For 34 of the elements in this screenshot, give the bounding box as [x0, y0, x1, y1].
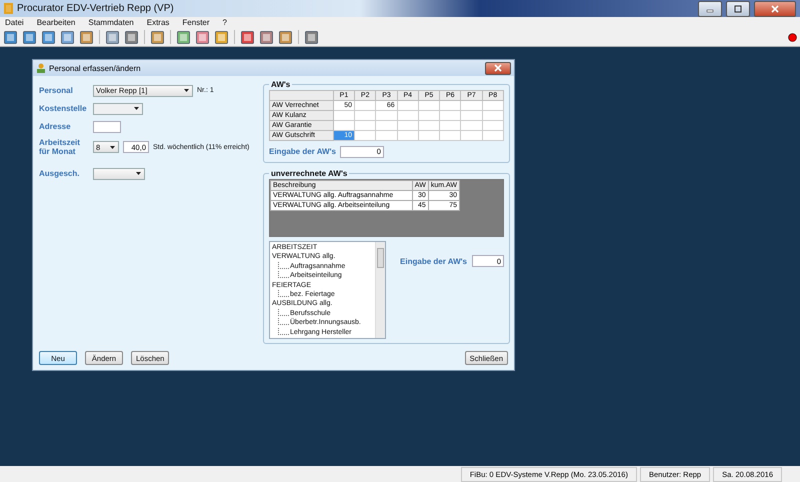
scrollbar[interactable] — [375, 242, 386, 338]
group-title: AW's — [270, 80, 292, 89]
address-field[interactable] — [93, 120, 121, 132]
menu-item[interactable]: Stammdaten — [88, 18, 134, 27]
field-label: Kostenstelle — [39, 104, 88, 113]
dropdown-arrow-icon — [184, 89, 189, 92]
menu-item[interactable]: Bearbeiten — [36, 18, 76, 27]
maximize-icon — [734, 4, 742, 12]
close-icon — [771, 4, 779, 12]
minimize-button[interactable] — [698, 0, 722, 16]
app-logo-icon — [4, 3, 13, 14]
dropdown-arrow-icon — [136, 172, 141, 175]
group-title: unverrechnete AW's — [270, 169, 348, 178]
field-label: Ausgesch. — [39, 169, 80, 178]
restore-button[interactable] — [726, 0, 750, 16]
field-label: Personal — [39, 86, 74, 95]
menu-item[interactable]: Extras — [146, 18, 170, 27]
close-button[interactable] — [754, 0, 796, 16]
field-label: Eingabe der AW's — [400, 256, 467, 266]
dialog-title: Personal erfassen/ändern — [49, 64, 142, 72]
field-label: Eingabe der AW's — [269, 147, 336, 156]
close-button[interactable] — [485, 62, 511, 74]
exit-date-dropdown[interactable] — [93, 168, 145, 180]
people-icon — [36, 63, 46, 73]
menu-item[interactable]: Fenster — [182, 18, 210, 27]
menu-item[interactable]: ? — [222, 18, 227, 27]
field-label: Adresse — [39, 122, 72, 131]
dropdown-arrow-icon — [134, 107, 139, 110]
close-icon — [494, 64, 502, 72]
window-title: Procurator EDV-Vertrieb Repp (VP) — [17, 3, 175, 14]
status-dot-icon — [788, 32, 797, 42]
menu-item[interactable]: Datei — [5, 18, 24, 27]
dropdown-arrow-icon — [110, 146, 115, 148]
field-label: Arbeitszeit für Monat — [39, 138, 81, 156]
